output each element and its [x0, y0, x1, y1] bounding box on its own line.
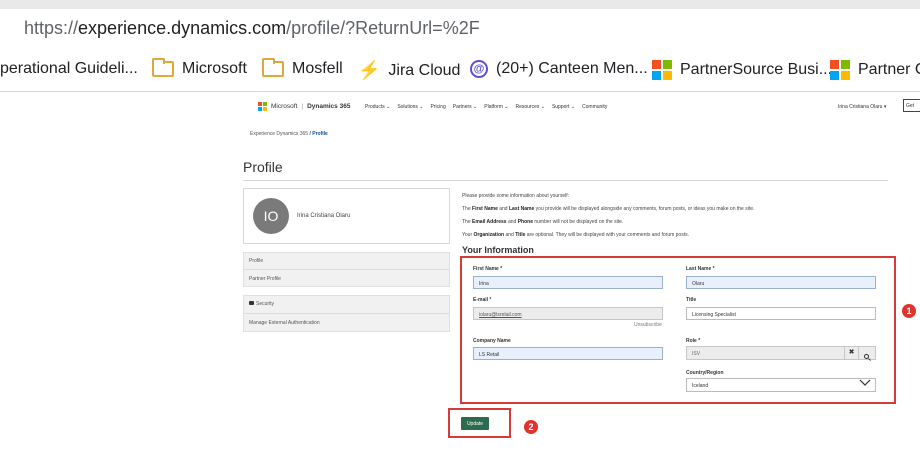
unsubscribe-link[interactable]: Unsubscribe: [634, 322, 662, 328]
bookmark-partner-center[interactable]: Partner C: [830, 60, 920, 80]
nav-pricing[interactable]: Pricing: [430, 104, 445, 110]
update-button[interactable]: Update: [461, 417, 489, 430]
info-org-note: Your Organization and Title are optional…: [462, 232, 689, 238]
folder-icon: [262, 58, 284, 77]
search-icon[interactable]: [858, 346, 874, 360]
first-name-label: First Name *: [473, 266, 503, 272]
bookmark-label: (20+) Canteen Men...: [496, 60, 648, 77]
microsoft-logo-icon: [652, 60, 672, 80]
bookmark-label: Jira Cloud: [388, 61, 461, 79]
bookmark-label: Microsoft: [182, 60, 247, 77]
section-title: Your Information: [462, 245, 534, 255]
clear-icon[interactable]: ✖: [844, 346, 858, 360]
bookmark-jira-cloud[interactable]: ⚡ Jira Cloud: [358, 60, 460, 81]
title-field[interactable]: Licensing Specialist: [686, 307, 876, 320]
site-nav: Products ⌄ Solutions ⌄ Pricing Partners …: [365, 104, 607, 110]
brand-product: Dynamics 365: [307, 103, 351, 110]
company-label: Company Name: [473, 338, 511, 344]
get-button[interactable]: Get: [903, 99, 920, 112]
jira-icon: ⚡: [358, 60, 381, 80]
title-divider: [243, 180, 888, 181]
nav-partners[interactable]: Partners ⌄: [453, 104, 477, 110]
bookmark-mosfell[interactable]: Mosfell: [262, 58, 343, 78]
menu-item-security[interactable]: Security: [249, 301, 274, 307]
site-logo[interactable]: Microsoft | Dynamics 365: [258, 102, 350, 111]
microsoft-logo-icon: [830, 60, 850, 80]
email-label: E-mail *: [473, 297, 492, 303]
chevron-down-icon[interactable]: [859, 377, 871, 389]
nav-platform[interactable]: Platform ⌄: [484, 104, 508, 110]
bookmark-canteen[interactable]: @ (20+) Canteen Men...: [470, 60, 648, 78]
country-label: Country/Region: [686, 370, 724, 376]
lock-icon: [249, 301, 254, 305]
info-name-note: The First Name and Last Name you provide…: [462, 206, 755, 212]
bookmark-partnersource[interactable]: PartnerSource Busi...: [652, 60, 832, 80]
user-menu[interactable]: Irina Cristiana Olaru ▾: [838, 104, 886, 110]
first-name-field[interactable]: Irina: [473, 276, 663, 289]
bookmark-label: Partner C: [858, 61, 920, 78]
menu-item-security-label: Security: [256, 301, 275, 307]
nav-community[interactable]: Community: [582, 104, 607, 110]
annotation-badge-1: 1: [902, 304, 916, 318]
breadcrumb: Experience Dynamics 365 / Profile: [250, 131, 328, 137]
brand-microsoft: Microsoft: [271, 103, 298, 110]
role-label: Role *: [686, 338, 701, 344]
bookmark-label: perational Guideli...: [0, 60, 138, 77]
country-select[interactable]: Iceland: [686, 378, 876, 392]
email-field: iolaru@lsretail.com: [473, 307, 663, 320]
page-title: Profile: [243, 159, 283, 175]
bookmark-microsoft[interactable]: Microsoft: [152, 58, 247, 78]
nav-support[interactable]: Support ⌄: [552, 104, 575, 110]
info-intro: Please provide some information about yo…: [462, 193, 570, 199]
canteen-icon: @: [470, 60, 488, 78]
microsoft-logo-icon: [258, 102, 267, 111]
annotation-badge-2: 2: [524, 420, 538, 434]
bookmark-operational-guidelines[interactable]: perational Guideli...: [0, 60, 138, 78]
profile-name: Irina Cristiana Olaru: [297, 213, 351, 219]
menu-divider: [243, 313, 450, 314]
menu-divider: [243, 269, 450, 270]
last-name-field[interactable]: Olaru: [686, 276, 876, 289]
nav-products[interactable]: Products ⌄: [365, 104, 390, 110]
url-text[interactable]: https://experience.dynamics.com/profile/…: [24, 18, 480, 39]
browser-top-strip: [0, 0, 920, 9]
brand-divider: |: [301, 103, 304, 110]
breadcrumb-home[interactable]: Experience Dynamics 365: [250, 131, 308, 137]
folder-icon: [152, 58, 174, 77]
nav-resources[interactable]: Resources ⌄: [515, 104, 544, 110]
breadcrumb-sep: /: [309, 131, 311, 137]
breadcrumb-current: Profile: [312, 131, 328, 137]
menu-item-partner-profile[interactable]: Partner Profile: [249, 276, 281, 282]
bookmark-label: PartnerSource Busi...: [680, 61, 833, 78]
menu-item-profile[interactable]: Profile: [249, 258, 263, 264]
title-label: Title: [686, 297, 697, 303]
company-field[interactable]: LS Retail: [473, 347, 663, 360]
info-email-note: The Email Address and Phone number will …: [462, 219, 624, 225]
menu-item-manage-external-auth[interactable]: Manage External Authentication: [249, 320, 320, 326]
avatar: IO: [253, 198, 289, 234]
nav-solutions[interactable]: Solutions ⌄: [397, 104, 423, 110]
last-name-label: Last Name *: [686, 266, 715, 272]
bookmark-label: Mosfell: [292, 60, 343, 77]
